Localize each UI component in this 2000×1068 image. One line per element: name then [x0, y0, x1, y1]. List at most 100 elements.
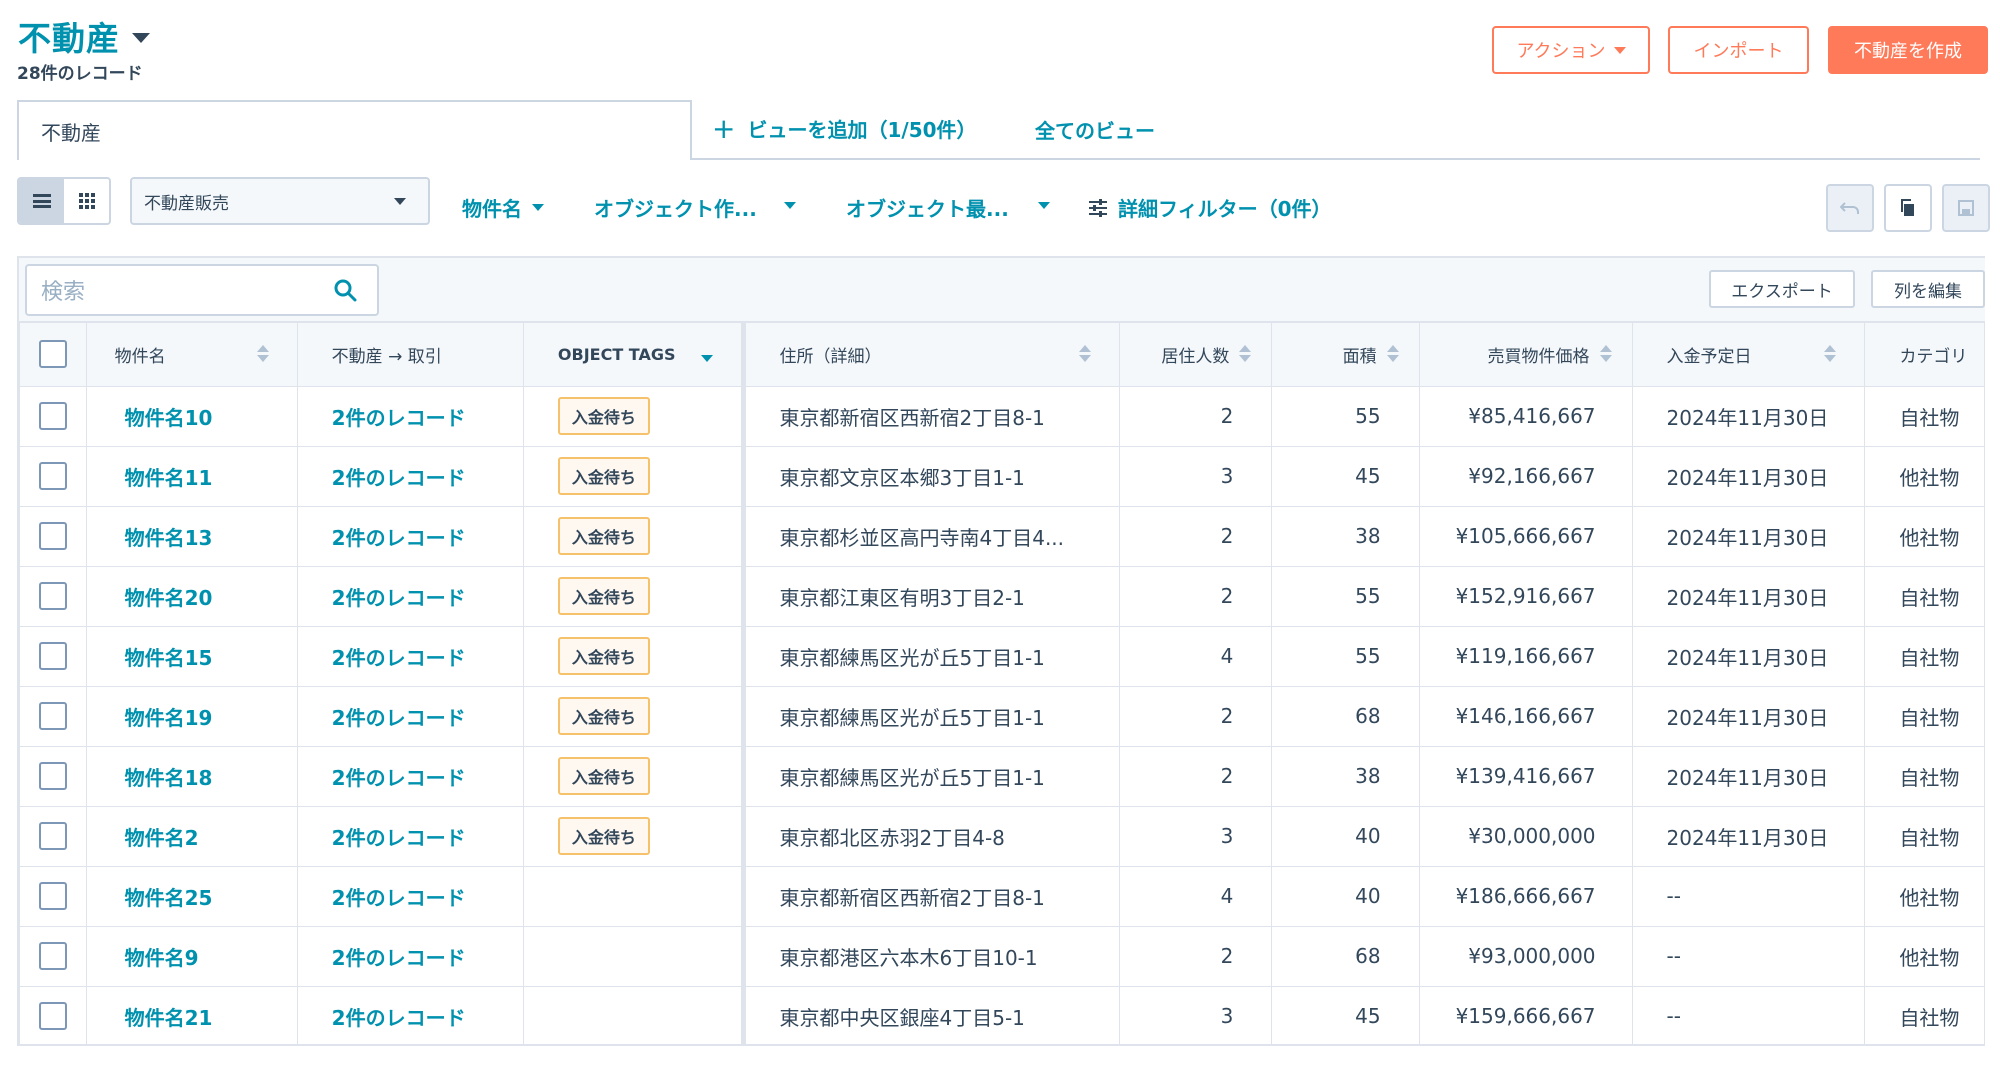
- category-value: 他社物: [1899, 525, 1960, 550]
- area-value: 55: [1355, 584, 1381, 608]
- column-header-residents[interactable]: 居住人数: [1118, 321, 1273, 387]
- column-header-payment-date[interactable]: 入金予定日: [1631, 321, 1866, 387]
- payment-date-value: --: [1666, 944, 1681, 968]
- payment-date-value: 2024年11月30日: [1666, 645, 1829, 670]
- status-badge: 入金待ち: [557, 697, 650, 735]
- row-checkbox[interactable]: [38, 1002, 67, 1030]
- created-date-filter[interactable]: オブジェクト作...: [594, 193, 796, 222]
- pipeline-value: 不動産販売: [144, 193, 229, 214]
- property-name-link[interactable]: 物件名10: [125, 406, 213, 430]
- column-header-category[interactable]: カテゴリ: [1864, 321, 1985, 387]
- area-value: 55: [1355, 644, 1381, 668]
- property-name-link[interactable]: 物件名25: [125, 886, 213, 910]
- actions-button[interactable]: アクション: [1492, 26, 1650, 74]
- row-checkbox[interactable]: [38, 582, 67, 610]
- save-view-button[interactable]: [1942, 184, 1990, 232]
- undo-button[interactable]: [1826, 184, 1874, 232]
- property-name-link[interactable]: 物件名15: [125, 646, 213, 670]
- associated-deals-link[interactable]: 2件のレコード: [332, 406, 466, 430]
- row-checkbox[interactable]: [38, 702, 67, 730]
- address-text: 東京都江東区有明3丁目2-1: [779, 585, 1025, 610]
- row-select-cell: [19, 865, 87, 927]
- create-label: 不動産を作成: [1854, 41, 1962, 62]
- associated-deals-link[interactable]: 2件のレコード: [332, 706, 466, 730]
- duplicate-view-button[interactable]: [1884, 184, 1932, 232]
- edit-columns-button[interactable]: 列を編集: [1871, 270, 1985, 308]
- associated-deals-link[interactable]: 2件のレコード: [332, 946, 466, 970]
- address-text: 東京都中央区銀座4丁目5-1: [779, 1005, 1025, 1030]
- associated-deals-link[interactable]: 2件のレコード: [332, 766, 466, 790]
- associated-deals-link[interactable]: 2件のレコード: [332, 586, 466, 610]
- associated-deals-link[interactable]: 2件のレコード: [332, 826, 466, 850]
- column-header-object-tags[interactable]: OBJECT TAGS: [522, 321, 746, 387]
- column-header-address[interactable]: 住所（詳細）: [742, 321, 1120, 387]
- associated-deals-link[interactable]: 2件のレコード: [332, 646, 466, 670]
- associated-deals-link[interactable]: 2件のレコード: [332, 466, 466, 490]
- associated-deals-link[interactable]: 2件のレコード: [332, 526, 466, 550]
- object-title-dropdown[interactable]: 不動産: [18, 12, 150, 60]
- row-checkbox[interactable]: [38, 882, 67, 910]
- advanced-filter-label: 詳細フィルター（0件）: [1118, 197, 1332, 221]
- pipeline-select[interactable]: 不動産販売: [130, 177, 430, 225]
- add-view-button[interactable]: + ビューを追加（1/50件）: [712, 112, 977, 145]
- name-filter[interactable]: 物件名: [462, 193, 544, 222]
- board-view-button[interactable]: [64, 179, 109, 223]
- table-row: 物件名18 2件のレコード 入金待ち 東京都練馬区光が丘5丁目1-1 2 38 ¥139,4…: [19, 745, 1985, 807]
- table-row: 物件名9 2件のレコード 東京都港区六本木6丁目10-1 2 68 ¥93,000,000…: [19, 925, 1985, 987]
- associated-deals-link[interactable]: 2件のレコード: [332, 886, 466, 910]
- area-value: 40: [1355, 824, 1381, 848]
- save-icon: [1958, 200, 1974, 216]
- advanced-filters-button[interactable]: 詳細フィルター（0件）: [1088, 193, 1332, 222]
- object-tags-cell: [522, 985, 746, 1044]
- table-row: 物件名19 2件のレコード 入金待ち 東京都練馬区光が丘5丁目1-1 2 68 ¥146,1…: [19, 685, 1985, 747]
- table-row: 物件名15 2件のレコード 入金待ち 東京都練馬区光が丘5丁目1-1 4 55 ¥119,1…: [19, 625, 1985, 687]
- property-name-link[interactable]: 物件名2: [125, 826, 199, 850]
- address-text: 東京都港区六本木6丁目10-1: [779, 945, 1038, 970]
- create-property-button[interactable]: 不動産を作成: [1828, 26, 1988, 74]
- row-checkbox[interactable]: [38, 462, 67, 490]
- export-label: エクスポート: [1731, 281, 1833, 302]
- column-label: 面積: [1342, 346, 1377, 367]
- chevron-down-icon: [1613, 46, 1626, 54]
- category-value: 他社物: [1899, 465, 1960, 490]
- row-checkbox[interactable]: [38, 522, 67, 550]
- row-select-cell: [19, 385, 87, 447]
- table-row: 物件名2 2件のレコード 入金待ち 東京都北区赤羽2丁目4-8 3 40 ¥30,000,0…: [19, 805, 1985, 867]
- column-header-deals[interactable]: 不動産 → 取引: [296, 321, 524, 387]
- row-select-cell: [19, 565, 87, 627]
- payment-date-value: --: [1666, 1004, 1681, 1028]
- list-view-button[interactable]: [19, 179, 64, 223]
- record-count: 28件のレコード: [17, 64, 143, 84]
- tabs-divider: [690, 158, 1980, 160]
- property-name-link[interactable]: 物件名20: [125, 586, 213, 610]
- property-name-link[interactable]: 物件名19: [125, 706, 213, 730]
- undo-icon: [1840, 202, 1859, 214]
- select-all-checkbox[interactable]: [38, 340, 67, 369]
- modified-date-filter[interactable]: オブジェクト最...: [846, 193, 1050, 222]
- chevron-down-icon: [394, 198, 406, 205]
- search-icon: [334, 279, 357, 302]
- column-header-name[interactable]: 物件名: [85, 321, 298, 387]
- row-checkbox[interactable]: [38, 942, 67, 970]
- import-button[interactable]: インポート: [1668, 26, 1809, 74]
- price-value: ¥92,166,667: [1468, 464, 1596, 488]
- property-name-link[interactable]: 物件名21: [125, 1006, 213, 1030]
- column-header-price[interactable]: 売買物件価格: [1418, 321, 1633, 387]
- row-checkbox[interactable]: [38, 402, 67, 430]
- property-name-link[interactable]: 物件名13: [125, 526, 213, 550]
- column-header-area[interactable]: 面積: [1271, 321, 1420, 387]
- all-views-link[interactable]: 全てのビュー: [1035, 115, 1155, 144]
- tab-default-view[interactable]: 不動産: [17, 100, 692, 160]
- tab-label: 不動産: [41, 120, 101, 145]
- export-button[interactable]: エクスポート: [1709, 270, 1855, 308]
- row-checkbox[interactable]: [38, 762, 67, 790]
- column-label: カテゴリ: [1899, 346, 1968, 367]
- row-checkbox[interactable]: [38, 822, 67, 850]
- search-input[interactable]: 検索: [25, 264, 379, 316]
- property-name-link[interactable]: 物件名18: [125, 766, 213, 790]
- associated-deals-link[interactable]: 2件のレコード: [332, 1006, 466, 1030]
- row-checkbox[interactable]: [38, 642, 67, 670]
- property-name-link[interactable]: 物件名11: [125, 466, 213, 490]
- property-name-link[interactable]: 物件名9: [125, 946, 199, 970]
- chevron-down-icon: [132, 33, 150, 43]
